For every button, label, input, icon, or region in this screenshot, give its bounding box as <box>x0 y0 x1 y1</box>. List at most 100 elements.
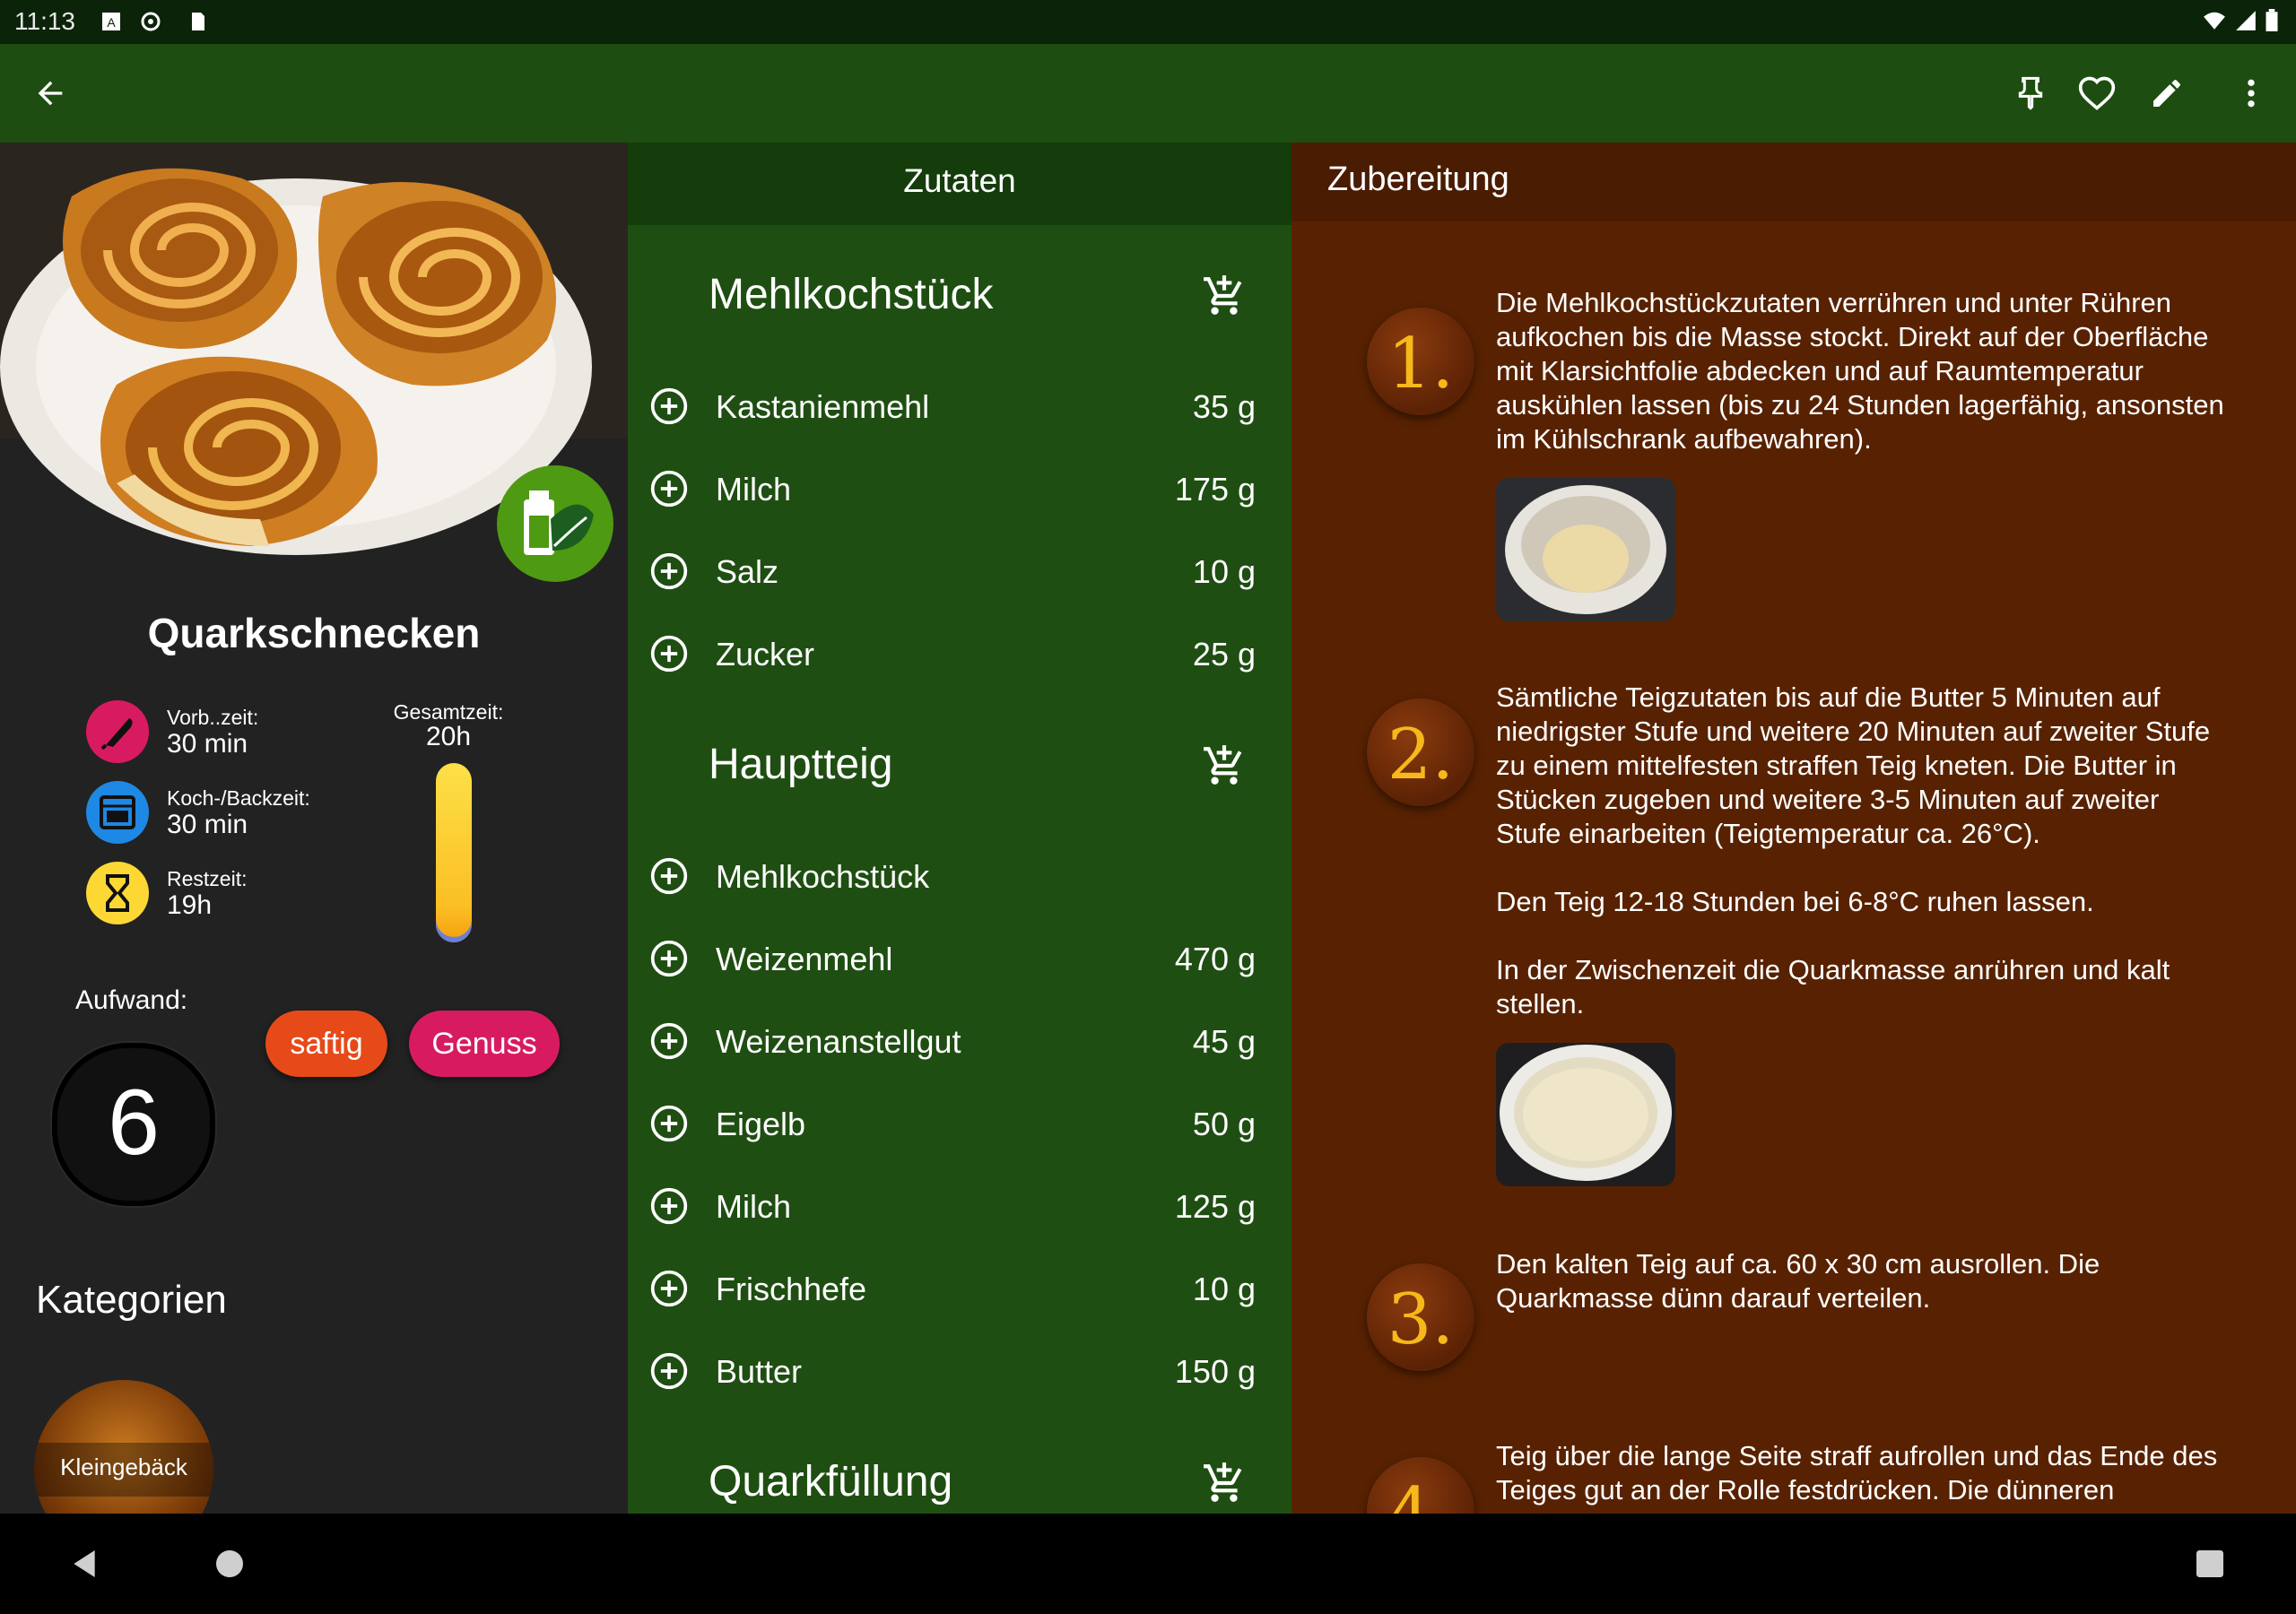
step-number: 2. <box>1387 715 1455 795</box>
ingredient-name: Eigelb <box>716 1106 806 1142</box>
ingredient-row[interactable]: Butter 150 g <box>628 1335 1292 1407</box>
home-nav-icon[interactable] <box>212 1546 248 1582</box>
prep-time-badge <box>86 700 149 763</box>
add-circle-icon[interactable] <box>649 634 689 673</box>
ingredient-amount: 35 g <box>1192 388 1256 425</box>
knife-icon <box>100 718 133 751</box>
total-time-label: Gesamtzeit: <box>393 700 504 724</box>
ingredient-amount: 125 g <box>1174 1188 1256 1225</box>
ingredient-row[interactable]: Salz 10 g <box>628 535 1292 607</box>
add-to-cart-icon[interactable] <box>1202 743 1247 788</box>
prep-time-value: 30 min <box>167 729 248 759</box>
rest-time-badge <box>86 862 149 924</box>
add-circle-icon[interactable] <box>649 469 689 508</box>
step-text: Teig über die lange Seite straff aufroll… <box>1496 1440 2225 1506</box>
category-kleingebaeck[interactable]: Kleingebäck <box>34 1380 213 1514</box>
group-title-hauptteig: Hauptteig <box>709 741 893 788</box>
wifi-icon <box>2204 12 2225 30</box>
ingredient-name: Kastanienmehl <box>716 388 930 425</box>
add-circle-icon[interactable] <box>649 551 689 591</box>
tag-chip-saftig[interactable]: saftig <box>265 1011 387 1077</box>
oven-icon <box>100 795 135 829</box>
ingredient-name: Weizenanstellgut <box>716 1023 961 1060</box>
more-vert-icon <box>2248 79 2255 108</box>
group-title-quarkfuellung: Quarkfüllung <box>709 1458 953 1506</box>
ingredient-row[interactable]: Zucker 25 g <box>628 618 1292 690</box>
ingredient-row[interactable]: Milch 175 g <box>628 453 1292 525</box>
cook-time-badge <box>86 781 149 844</box>
recents-nav-icon[interactable] <box>2192 1546 2228 1582</box>
ingredient-amount: 175 g <box>1174 471 1256 508</box>
heart-icon <box>2078 76 2116 110</box>
ingredient-amount: 150 g <box>1174 1353 1256 1390</box>
ingredient-row[interactable]: Eigelb 50 g <box>628 1088 1292 1159</box>
total-time-bar <box>436 763 472 942</box>
step-photo[interactable] <box>1496 1043 1675 1186</box>
preparation-tab[interactable]: Zubereitung <box>1292 143 2296 221</box>
step-text: Die Mehlkochstückzutaten verrühren und u… <box>1496 287 2232 455</box>
navigation-bar <box>0 1514 2296 1614</box>
effort-label: Aufwand: <box>75 985 188 1015</box>
ingredient-row[interactable]: Frischhefe 10 g <box>628 1253 1292 1324</box>
keyboard-a-icon: A <box>102 13 120 30</box>
signal-icon <box>2236 11 2256 30</box>
tag-chip-genuss[interactable]: Genuss <box>409 1011 560 1077</box>
step-number-badge: 4. <box>1367 1457 1474 1514</box>
recipe-overview-panel: Quarkschnecken Vorb..zeit: 30 min Koch-/… <box>0 143 628 1514</box>
step-number: 3. <box>1387 1280 1455 1360</box>
add-circle-icon[interactable] <box>649 939 689 978</box>
at-sign-icon <box>141 12 161 31</box>
ingredient-name: Zucker <box>716 636 815 672</box>
hourglass-icon <box>106 874 129 912</box>
ingredient-row[interactable]: Weizenanstellgut 45 g <box>628 1005 1292 1077</box>
pin-icon <box>2018 76 2043 110</box>
battery-icon <box>2266 9 2278 31</box>
step-photo[interactable] <box>1496 478 1675 621</box>
ingredient-row[interactable]: Kastanienmehl 35 g <box>628 370 1292 442</box>
total-time-value: 20h <box>425 722 472 751</box>
diet-badge <box>497 465 613 582</box>
ingredient-row[interactable]: Milch 125 g <box>628 1170 1292 1242</box>
ingredient-amount: 50 g <box>1192 1106 1256 1142</box>
ingredient-name: Weizenmehl <box>716 941 893 977</box>
cook-time-value: 30 min <box>167 810 248 839</box>
ingredient-name: Frischhefe <box>716 1271 867 1307</box>
step-text: Den kalten Teig auf ca. 60 x 30 cm ausro… <box>1496 1248 2108 1314</box>
add-circle-icon[interactable] <box>649 1269 689 1308</box>
ingredient-name: Milch <box>716 1188 792 1225</box>
sd-card-icon <box>192 13 204 30</box>
add-to-cart-icon[interactable] <box>1202 273 1247 318</box>
vegetarian-milk-leaf-icon <box>524 490 594 555</box>
ingredient-row[interactable]: Weizenmehl 470 g <box>628 923 1292 994</box>
edit-icon <box>2153 80 2180 107</box>
add-circle-icon[interactable] <box>649 1186 689 1226</box>
ingredients-tab[interactable]: Zutaten <box>628 143 1292 225</box>
ingredient-amount: 10 g <box>1192 553 1256 590</box>
recipe-title: Quarkschnecken <box>147 610 481 656</box>
add-to-cart-icon[interactable] <box>1202 1461 1247 1506</box>
ingredient-amount: 45 g <box>1192 1023 1256 1060</box>
app-bar <box>0 44 2296 143</box>
step-text: Sämtliche Teigzutaten bis auf die Butter… <box>1496 681 2211 1020</box>
ingredient-row[interactable]: Mehlkochstück <box>628 840 1292 912</box>
back-button[interactable] <box>23 66 77 120</box>
edit-button[interactable] <box>2140 66 2194 120</box>
add-circle-icon[interactable] <box>649 1021 689 1061</box>
pin-button[interactable] <box>2004 66 2057 120</box>
ingredients-panel: Zutaten Mehlkochstück Kastanienmehl 35 g… <box>628 143 1292 1514</box>
add-circle-icon[interactable] <box>649 386 689 426</box>
add-circle-icon[interactable] <box>649 1351 689 1391</box>
back-nav-icon[interactable] <box>66 1546 102 1582</box>
add-circle-icon[interactable] <box>649 856 689 896</box>
favorite-button[interactable] <box>2070 66 2124 120</box>
categories-title: Kategorien <box>36 1278 227 1322</box>
ingredients-tab-label: Zutaten <box>903 162 1016 199</box>
preparation-tab-label: Zubereitung <box>1327 161 1509 198</box>
ingredient-name: Milch <box>716 471 792 508</box>
more-options-button[interactable] <box>2224 66 2278 120</box>
group-title-mehlkochstueck: Mehlkochstück <box>709 271 994 318</box>
add-circle-icon[interactable] <box>649 1104 689 1143</box>
arrow-back-icon <box>38 81 63 106</box>
ingredient-amount: 470 g <box>1174 941 1256 977</box>
cook-time-label: Koch-/Backzeit: <box>167 786 310 810</box>
